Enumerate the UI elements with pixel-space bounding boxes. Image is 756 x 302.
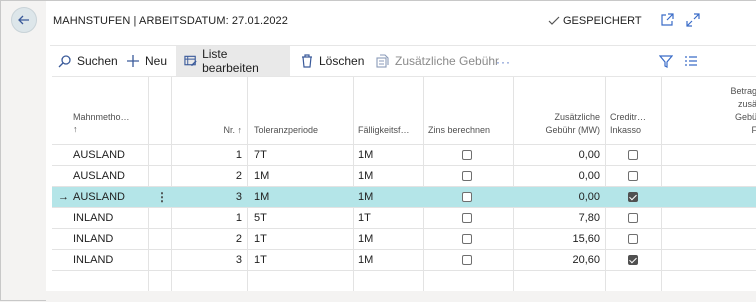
cell-method[interactable]: INLAND xyxy=(73,208,113,228)
cell-tolerance[interactable]: 1T xyxy=(254,250,267,270)
cell-nr[interactable]: 3 xyxy=(192,250,242,270)
arrow-left-icon xyxy=(18,15,29,25)
edit-list-button[interactable]: Liste bearbeiten xyxy=(176,46,290,76)
collection-checkbox[interactable] xyxy=(628,213,638,223)
table-row[interactable]: INLAND 3 1T 1M 20,60 xyxy=(52,249,756,270)
open-new-window-icon[interactable] xyxy=(660,13,674,27)
header-due[interactable]: Fälligkeitsf… xyxy=(358,125,410,136)
collection-checkbox[interactable] xyxy=(628,150,638,160)
collection-checkbox[interactable] xyxy=(628,192,638,202)
new-button[interactable]: Neu xyxy=(118,46,175,76)
expand-icon[interactable] xyxy=(686,13,700,27)
cell-nr[interactable]: 1 xyxy=(192,208,242,228)
mahnstufen-grid: Mahnmetho… ↑ Nr. ↑ Toleranzperiode Fälli… xyxy=(52,76,756,291)
cell-nr[interactable]: 1 xyxy=(192,145,242,165)
cell-due[interactable]: 1M xyxy=(358,250,373,270)
edit-list-icon xyxy=(184,55,197,67)
cell-method[interactable]: AUSLAND xyxy=(73,145,125,165)
header-amount-line1[interactable]: Betrag xyxy=(692,86,756,97)
interest-checkbox[interactable] xyxy=(462,234,472,244)
new-label: Neu xyxy=(145,54,168,68)
header-credit-line1[interactable]: Creditr… xyxy=(610,112,646,123)
header-amount-line3: Gebü xyxy=(734,112,756,122)
cell-nr[interactable]: 2 xyxy=(192,229,242,249)
saved-label: GESPEICHERT xyxy=(563,15,642,27)
cell-tolerance[interactable]: 1M xyxy=(254,166,269,186)
cell-fee[interactable]: 20,60 xyxy=(522,250,600,270)
header-credit-line2: Inkasso xyxy=(610,125,642,135)
checkmark-icon xyxy=(548,16,560,25)
page-title: MAHNSTUFEN | ARBEITSDATUM: 27.01.2022 xyxy=(53,15,288,27)
trash-icon xyxy=(302,54,312,68)
interest-checkbox[interactable] xyxy=(462,213,472,223)
back-button[interactable] xyxy=(11,7,37,33)
header-tolerance[interactable]: Toleranzperiode xyxy=(254,125,318,136)
cell-fee[interactable]: 0,00 xyxy=(522,166,600,186)
extra-fee-label: Zusätzliche Gebühr xyxy=(395,54,500,68)
table-row[interactable]: INLAND 2 1T 1M 15,60 xyxy=(52,228,756,249)
sort-arrow-icon: ↑ xyxy=(73,124,78,134)
delete-button[interactable]: Löschen xyxy=(292,46,372,76)
interest-checkbox[interactable] xyxy=(462,150,472,160)
cell-due[interactable]: 1M xyxy=(358,166,373,186)
header-nr[interactable]: Nr. ↑ xyxy=(192,125,242,136)
table-row[interactable]: INLAND 1 5T 1T 7,80 xyxy=(52,207,756,228)
cell-fee[interactable]: 15,60 xyxy=(522,229,600,249)
cell-due[interactable]: 1M xyxy=(358,187,373,207)
selected-row-arrow-icon: → xyxy=(58,191,69,203)
table-row[interactable]: AUSLAND 1 7T 1M 0,00 xyxy=(52,144,756,165)
cell-tolerance[interactable]: 5T xyxy=(254,208,267,228)
cell-due[interactable]: 1T xyxy=(358,208,371,228)
cell-due[interactable]: 1M xyxy=(358,229,373,249)
header-amount-line4: F xyxy=(692,125,756,136)
search-button[interactable]: Suchen xyxy=(50,46,126,76)
cell-fee[interactable]: 7,80 xyxy=(522,208,600,228)
interest-checkbox[interactable] xyxy=(462,171,472,181)
table-row[interactable]: → ⋮ AUSLAND 3 1M 1M 0,00 xyxy=(52,186,756,207)
delete-label: Löschen xyxy=(319,54,365,68)
table-row[interactable]: AUSLAND 2 1M 1M 0,00 xyxy=(52,165,756,186)
cell-nr[interactable]: 3 xyxy=(192,187,242,207)
cell-fee[interactable]: 0,00 xyxy=(522,145,600,165)
interest-checkbox[interactable] xyxy=(462,255,472,265)
cell-tolerance[interactable]: 1T xyxy=(254,229,267,249)
action-toolbar: Suchen Neu Liste bearbeiten Löschen Zusä… xyxy=(50,45,756,76)
saved-status: GESPEICHERT xyxy=(548,15,642,27)
search-label: Suchen xyxy=(77,54,118,68)
search-icon xyxy=(58,55,71,68)
header-amount-line2: zusä xyxy=(737,99,756,109)
cell-nr[interactable]: 2 xyxy=(192,166,242,186)
filter-icon[interactable] xyxy=(658,54,674,68)
row-menu-button[interactable]: ⋮ xyxy=(156,187,168,207)
header-method[interactable]: Mahnmetho… xyxy=(73,112,130,123)
collection-checkbox[interactable] xyxy=(628,171,638,181)
cell-tolerance[interactable]: 1M xyxy=(254,187,269,207)
plus-icon xyxy=(127,55,139,67)
extra-fee-button[interactable]: Zusätzliche Gebühr xyxy=(368,46,507,76)
cell-method[interactable]: INLAND xyxy=(73,229,113,249)
interest-checkbox[interactable] xyxy=(462,192,472,202)
grid-footer xyxy=(46,291,756,302)
cell-due[interactable]: 1M xyxy=(358,145,373,165)
edit-list-label: Liste bearbeiten xyxy=(202,47,259,75)
new-row[interactable] xyxy=(52,270,756,291)
cell-method[interactable]: AUSLAND xyxy=(73,187,125,207)
collection-checkbox[interactable] xyxy=(628,234,638,244)
fee-table-icon xyxy=(376,54,389,68)
page-card: MAHNSTUFEN | ARBEITSDATUM: 27.01.2022 GE… xyxy=(46,1,756,302)
cell-method[interactable]: AUSLAND xyxy=(73,166,125,186)
list-view-icon[interactable] xyxy=(684,54,698,68)
cell-method[interactable]: INLAND xyxy=(73,250,113,270)
cell-tolerance[interactable]: 7T xyxy=(254,145,267,165)
header-interest[interactable]: Zins berechnen xyxy=(428,125,490,136)
more-actions-button[interactable]: ··· xyxy=(496,55,511,69)
cell-fee[interactable]: 0,00 xyxy=(522,187,600,207)
header-fee-line2: Gebühr (MW) xyxy=(545,125,600,135)
header-fee-line1[interactable]: Zusätzliche xyxy=(522,112,600,123)
collection-checkbox[interactable] xyxy=(628,255,638,265)
page-frame: MAHNSTUFEN | ARBEITSDATUM: 27.01.2022 GE… xyxy=(0,0,756,302)
